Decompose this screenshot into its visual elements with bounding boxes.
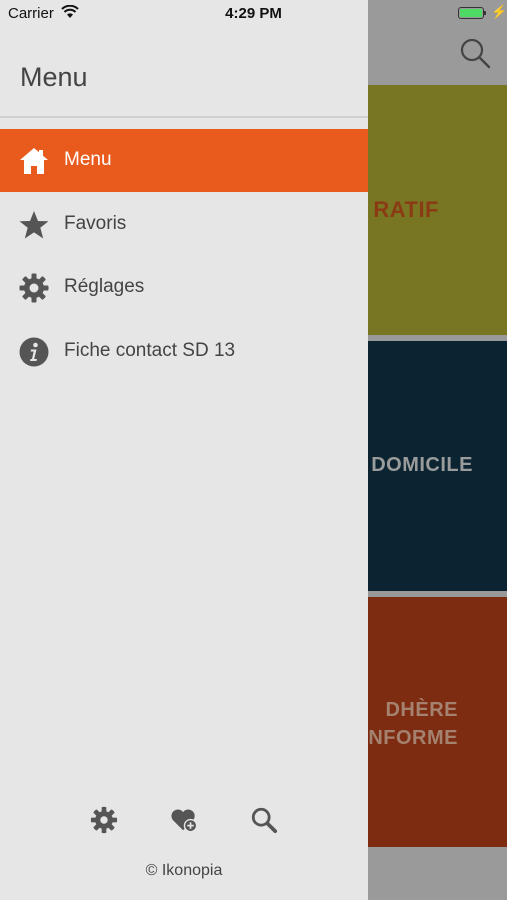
gear-icon[interactable] xyxy=(89,806,119,834)
drawer-item-label: Menu xyxy=(64,149,112,170)
star-icon xyxy=(19,211,49,239)
side-drawer: Menu Menu Favoris Réglages Fiche contact… xyxy=(0,0,368,900)
tile-label-line-1: DHÈRE xyxy=(385,699,458,721)
drawer-item-favoris[interactable]: Favoris xyxy=(0,193,368,256)
tile-label: DOMICILE xyxy=(371,454,473,476)
tile-label: RATIF xyxy=(373,197,439,222)
tile-label-line-2: INFORME xyxy=(362,727,458,749)
divider xyxy=(0,116,368,118)
search-icon[interactable] xyxy=(249,806,279,834)
status-bar: Carrier 4:29 PM ⚡ xyxy=(0,0,507,28)
drawer-item-label: Favoris xyxy=(64,213,127,234)
drawer-item-label: Réglages xyxy=(64,276,145,297)
gear-icon xyxy=(19,273,49,303)
search-icon[interactable] xyxy=(458,36,492,70)
drawer-item-fiche-contact[interactable]: Fiche contact SD 13 xyxy=(0,320,368,383)
copyright-text: © Ikonopia xyxy=(145,862,223,879)
info-icon xyxy=(19,337,49,367)
home-icon xyxy=(20,148,48,174)
drawer-item-label: Fiche contact SD 13 xyxy=(64,340,236,361)
drawer-item-reglages[interactable]: Réglages xyxy=(0,256,368,319)
drawer-title: Menu xyxy=(20,62,88,92)
drawer-item-menu[interactable]: Menu xyxy=(0,129,368,192)
heart-plus-icon[interactable] xyxy=(169,806,199,834)
battery-icon xyxy=(458,7,486,19)
charging-icon: ⚡ xyxy=(491,4,507,19)
status-time: 4:29 PM xyxy=(225,5,282,22)
